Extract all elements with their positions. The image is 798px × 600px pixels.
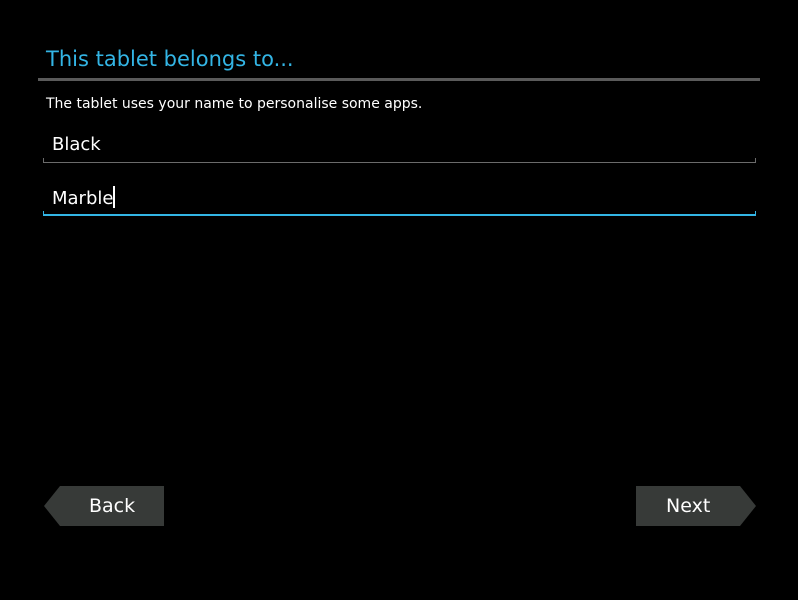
next-button-label: Next xyxy=(666,495,711,517)
first-name-field[interactable]: Black xyxy=(43,129,756,163)
description-text: The tablet uses your name to personalise… xyxy=(46,96,423,112)
first-name-underline xyxy=(43,158,756,163)
back-button[interactable]: Back xyxy=(44,486,164,526)
first-name-value: Black xyxy=(52,134,101,155)
last-name-value-wrap: Marble xyxy=(52,186,116,211)
text-cursor xyxy=(113,186,116,208)
last-name-value: Marble xyxy=(52,188,114,209)
title-divider xyxy=(38,78,760,81)
next-button[interactable]: Next xyxy=(636,486,756,526)
page-title: This tablet belongs to... xyxy=(46,47,294,71)
last-name-underline xyxy=(43,211,756,216)
back-button-label: Back xyxy=(89,495,136,517)
last-name-field[interactable]: Marble xyxy=(43,182,756,216)
